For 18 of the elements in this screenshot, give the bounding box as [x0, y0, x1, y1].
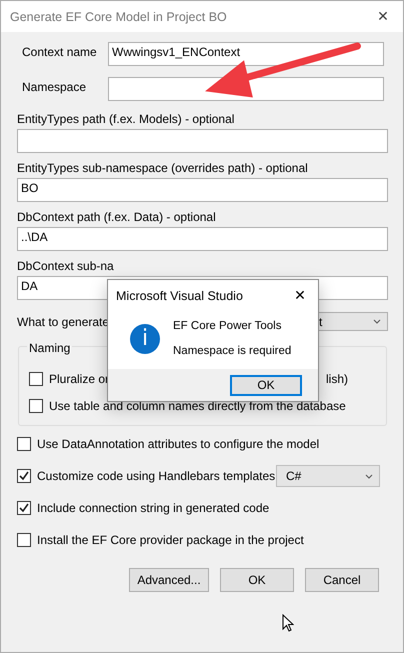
field-label: What to generate — [17, 314, 110, 328]
field-label: EntityTypes path (f.ex. Models) - optional — [17, 112, 236, 126]
field-label: DbContext sub-na — [17, 259, 115, 273]
field-label: EntityTypes sub-namespace (overrides path) - optional — [17, 161, 309, 175]
checkbox-label: Customize code using Handlebars templates — [37, 469, 276, 483]
checkbox-label: Include connection string in generated code — [37, 501, 270, 515]
checkbox-label: Use DataAnnotation attributes to configure the model — [37, 437, 320, 451]
checkbox-label: lish) — [326, 372, 348, 386]
field-label: Namespace — [21, 79, 88, 94]
field-label: DbContext path (f.ex. Data) - optional — [17, 210, 217, 224]
checkbox-label: Install the EF Core provider package in the project — [37, 533, 304, 547]
checkbox-label: Use table and column names directly from the database — [49, 398, 346, 412]
window-title: Generate EF Core Model in Project BO — [10, 10, 227, 24]
group-title: Naming — [27, 341, 72, 355]
info-icon: i — [130, 324, 160, 354]
message-text: Namespace is required — [173, 345, 292, 357]
field-label: Context name — [21, 44, 98, 59]
message-box-title: Microsoft Visual Studio — [116, 289, 243, 303]
